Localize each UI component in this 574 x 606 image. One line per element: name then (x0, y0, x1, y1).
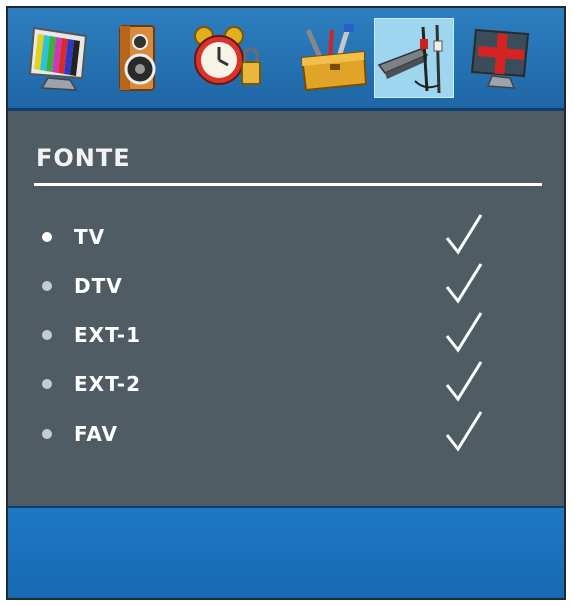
checkmark-icon (445, 411, 483, 452)
menu-title: FONTE (36, 144, 131, 172)
source-item-label: FAV (74, 422, 118, 446)
source-item-label: DTV (74, 274, 123, 298)
source-item-tv[interactable]: TV (38, 214, 508, 258)
tab-picture[interactable] (20, 18, 100, 98)
source-item-fav[interactable]: FAV (38, 411, 508, 455)
bullet-icon (42, 379, 52, 389)
red-cross-screen-icon (470, 28, 530, 89)
menu-icon-bar (8, 8, 564, 111)
source-panel: FONTE TV DTV EXT-1 EXT-2 FAV (8, 111, 564, 506)
tab-source[interactable] (374, 18, 454, 98)
tab-timer[interactable] (186, 18, 266, 98)
menu-footer (8, 506, 564, 598)
checkmark-icon (445, 312, 483, 353)
source-item-ext-2[interactable]: EXT-2 (38, 361, 508, 405)
alarm-clock-icon (194, 26, 261, 85)
cables-icon (377, 24, 443, 94)
source-item-label: EXT-2 (74, 372, 142, 396)
source-item-dtv[interactable]: DTV (38, 263, 508, 307)
speaker-icon (119, 25, 156, 91)
tab-features[interactable] (462, 18, 542, 98)
bullet-icon (42, 281, 52, 291)
osd-menu: FONTE TV DTV EXT-1 EXT-2 FAV (6, 6, 566, 600)
source-item-ext-1[interactable]: EXT-1 (38, 312, 508, 356)
tab-sound[interactable] (98, 18, 178, 98)
toolbox-icon (300, 24, 368, 92)
checkmark-icon (445, 263, 483, 304)
picture-icon (28, 26, 88, 91)
bullet-icon (42, 330, 52, 340)
tab-setup[interactable] (294, 18, 374, 98)
bullet-icon (42, 429, 52, 439)
checkmark-icon (445, 361, 483, 402)
source-item-label: EXT-1 (74, 323, 142, 347)
bullet-icon (42, 232, 52, 242)
source-item-label: TV (74, 225, 106, 249)
checkmark-icon (445, 214, 483, 255)
title-divider (34, 183, 542, 186)
